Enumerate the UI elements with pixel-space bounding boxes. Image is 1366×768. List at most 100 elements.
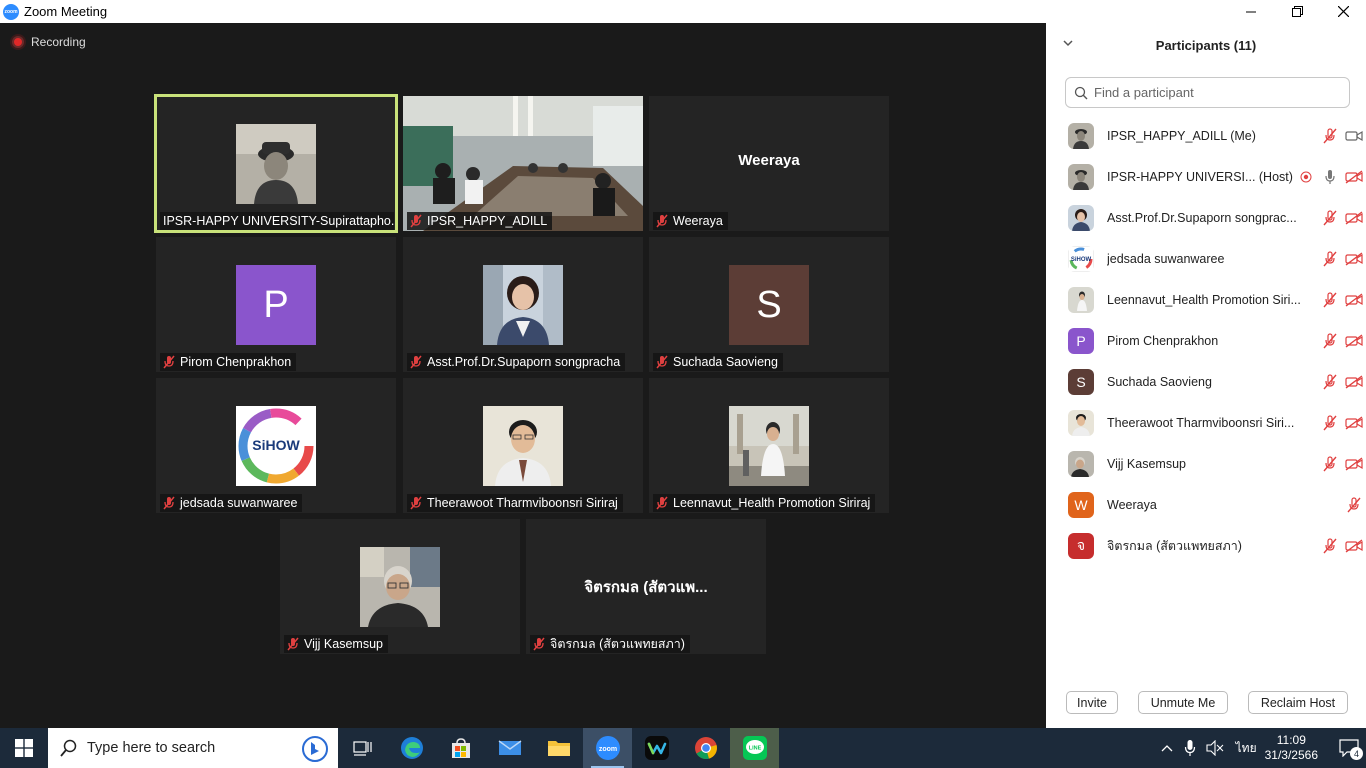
file-explorer-app-button[interactable] [534, 728, 583, 768]
tile-center-name: จิตรกมล (สัตวแพ... [584, 579, 708, 596]
clock-time: 11:09 [1276, 733, 1306, 747]
participant-row[interactable]: Leennavut_Health Promotion Siri... [1046, 279, 1366, 320]
panel-header: Participants (11) [1046, 23, 1366, 67]
participant-row[interactable]: Asst.Prof.Dr.Supaporn songprac... [1046, 197, 1366, 238]
video-off-icon[interactable] [1345, 169, 1363, 184]
invite-button[interactable]: Invite [1066, 691, 1118, 714]
chrome-app-button[interactable] [681, 728, 730, 768]
participant-video [403, 96, 643, 231]
participant-avatar [1068, 163, 1094, 190]
webex-app-button[interactable] [632, 728, 681, 768]
muted-mic-icon[interactable] [1323, 127, 1337, 144]
task-view-button[interactable] [338, 728, 387, 768]
speaker-muted-icon[interactable] [1206, 740, 1224, 756]
participant-avatar: P [236, 265, 316, 345]
unmute-me-button[interactable]: Unmute Me [1138, 691, 1228, 714]
tile-name-label: Suchada Saovieng [653, 353, 783, 371]
video-tile[interactable]: SiHOW jedsada suwanwaree [156, 378, 396, 513]
muted-mic-icon[interactable] [1323, 455, 1337, 472]
video-tile[interactable]: Theerawoot Tharmviboonsri Siriraj [403, 378, 643, 513]
muted-mic-icon[interactable] [1323, 373, 1337, 390]
clock[interactable]: 11:09 31/3/2566 [1265, 733, 1318, 763]
folder-icon [547, 741, 570, 756]
recording-icon [12, 36, 24, 48]
participant-avatar: W [1068, 491, 1094, 518]
muted-mic-icon[interactable] [1323, 332, 1337, 349]
participant-row[interactable]: Vijj Kasemsup [1046, 443, 1366, 484]
video-tile[interactable]: IPSR-HAPPY UNIVERSITY-Supirattapho... [154, 94, 398, 233]
video-off-icon[interactable] [1345, 538, 1363, 553]
reclaim-host-button[interactable]: Reclaim Host [1248, 691, 1348, 714]
participant-row[interactable]: จ จิตรกมล (สัตวแพทยสภา) [1046, 525, 1366, 566]
taskbar-search-input[interactable]: Type here to search [48, 728, 338, 768]
video-tile[interactable]: S Suchada Saovieng [649, 237, 889, 372]
participant-row[interactable]: IPSR_HAPPY_ADILL (Me) [1046, 115, 1366, 156]
participant-row[interactable]: IPSR-HAPPY UNIVERSI... (Host) [1046, 156, 1366, 197]
close-button[interactable] [1320, 0, 1366, 23]
minimize-button[interactable] [1228, 0, 1274, 23]
chevron-down-icon[interactable] [1062, 37, 1074, 49]
title-bar: zoom Zoom Meeting [0, 0, 1366, 23]
zoom-app-button[interactable]: zoom [583, 728, 632, 768]
language-indicator[interactable]: ไทย [1236, 739, 1257, 758]
video-off-icon[interactable] [1345, 333, 1363, 348]
start-button[interactable] [0, 728, 48, 768]
participant-row[interactable]: SiHOW jedsada suwanwaree [1046, 238, 1366, 279]
recording-icon [1300, 171, 1312, 182]
chevron-up-icon[interactable] [1160, 743, 1174, 753]
participant-row[interactable]: W Weeraya [1046, 484, 1366, 525]
svg-text:LINE: LINE [748, 746, 761, 752]
video-tile[interactable]: Asst.Prof.Dr.Supaporn songpracha [403, 237, 643, 372]
muted-mic-icon[interactable] [1323, 291, 1337, 308]
muted-mic-icon [410, 496, 422, 510]
video-tile[interactable]: Weeraya Weeraya [649, 96, 889, 231]
mail-app-button[interactable] [485, 728, 534, 768]
video-off-icon[interactable] [1345, 415, 1363, 430]
muted-mic-icon [163, 355, 175, 369]
participants-panel: Participants (11) Find a participant IPS… [1046, 23, 1366, 728]
video-tile[interactable]: P Pirom Chenprakhon [156, 237, 396, 372]
participant-avatar: จ [1068, 532, 1094, 559]
video-tile[interactable]: IPSR_HAPPY_ADILL [403, 96, 643, 231]
edge-icon [400, 737, 423, 759]
edge-app-button[interactable] [387, 728, 436, 768]
video-tile[interactable]: Vijj Kasemsup [280, 519, 520, 654]
search-icon [1074, 86, 1088, 99]
notification-center-button[interactable]: 4 [1332, 728, 1366, 768]
video-tile[interactable]: จิตรกมล (สัตวแพ... จิตรกมล (สัตวแพทยสภา) [526, 519, 766, 654]
video-off-icon[interactable] [1345, 292, 1363, 307]
video-off-icon[interactable] [1345, 374, 1363, 389]
microphone-tray-icon[interactable] [1184, 739, 1196, 757]
participant-row[interactable]: Theerawoot Tharmviboonsri Siri... [1046, 402, 1366, 443]
muted-mic-icon[interactable] [1323, 250, 1337, 267]
bing-icon[interactable] [302, 736, 328, 762]
participant-search-input[interactable]: Find a participant [1065, 77, 1350, 108]
participant-name: Leennavut_Health Promotion Siri... [1107, 292, 1301, 307]
close-icon [1337, 6, 1349, 17]
muted-mic-icon[interactable] [1323, 537, 1337, 554]
muted-mic-icon [656, 214, 668, 228]
tile-name-label: IPSR_HAPPY_ADILL [407, 212, 553, 230]
video-off-icon[interactable] [1345, 456, 1363, 471]
store-app-button[interactable] [436, 728, 485, 768]
muted-mic-icon[interactable] [1323, 414, 1337, 431]
sihow-logo: SiHOW [236, 406, 316, 486]
video-camera-icon[interactable] [1345, 130, 1363, 142]
tile-name-label: Vijj Kasemsup [284, 635, 388, 653]
webex-icon [644, 736, 669, 760]
video-off-icon[interactable] [1345, 210, 1363, 225]
video-tile[interactable]: Leennavut_Health Promotion Siriraj [649, 378, 889, 513]
meeting-video-area: Recording IPSR-HAPPY UNIVERSITY-Supiratt… [0, 23, 1046, 728]
mic-icon[interactable] [1324, 169, 1336, 185]
muted-mic-icon[interactable] [1347, 496, 1361, 513]
restore-button[interactable] [1274, 0, 1320, 23]
recording-indicator[interactable]: Recording [12, 35, 86, 49]
participant-name: Theerawoot Tharmviboonsri Siri... [1107, 415, 1295, 430]
video-off-icon[interactable] [1345, 251, 1363, 266]
panel-title: Participants (11) [1155, 37, 1257, 53]
participant-row[interactable]: P Pirom Chenprakhon [1046, 320, 1366, 361]
line-app-button[interactable]: LINE [730, 728, 779, 768]
participant-row[interactable]: S Suchada Saovieng [1046, 361, 1366, 402]
search-icon [60, 739, 77, 757]
muted-mic-icon[interactable] [1323, 209, 1337, 226]
